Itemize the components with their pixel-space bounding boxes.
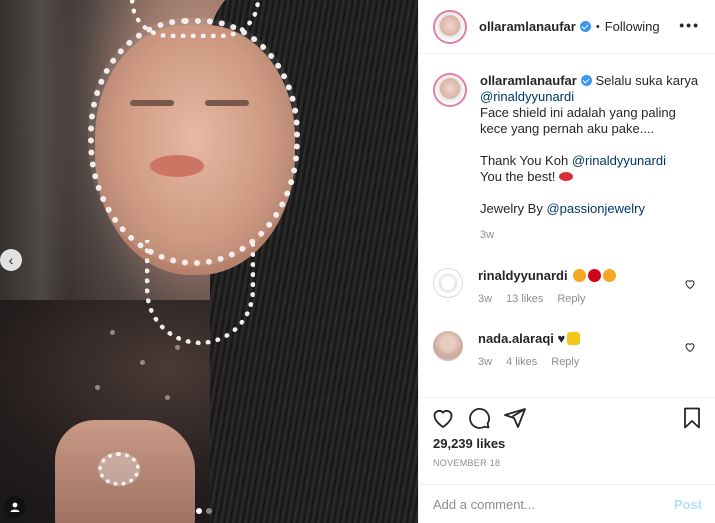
comment-body: rinaldyyunardi 3w 13 likes Reply [478, 268, 678, 305]
caption-line-1: Selalu suka karya [595, 73, 699, 88]
more-options-icon[interactable]: ••• [679, 18, 700, 32]
caption-mention[interactable]: @rinaldyyunardi [480, 89, 574, 104]
heart-eyes-emoji-icon [603, 269, 617, 282]
comment-body: nada.alaraqi ♥ 3w 4 likes Reply [478, 331, 678, 368]
photo-sparkle [175, 345, 180, 350]
comment-input[interactable] [433, 496, 674, 512]
likes-count[interactable]: 29,239 likes [433, 436, 505, 451]
comment-timestamp[interactable]: 3w [478, 293, 492, 305]
caption-line-2: Face shield ini adalah yang paling kece … [480, 105, 676, 136]
user-icon [10, 502, 20, 512]
chevron-left-icon: ‹ [8, 252, 14, 268]
carousel-indicator [196, 508, 212, 514]
avatar[interactable] [433, 9, 467, 44]
comment-item: nada.alaraqi ♥ 3w 4 likes Reply [433, 331, 708, 368]
caption-mention[interactable]: @passionjewelry [546, 201, 644, 216]
caption-body: ollaramlanaufar Selalu suka karya @rinal… [480, 73, 706, 243]
heart-icon[interactable] [684, 341, 696, 353]
verified-badge-icon [580, 75, 592, 86]
comment-likes[interactable]: 4 likes [506, 356, 537, 368]
tagged-users-button[interactable] [4, 496, 26, 518]
avatar[interactable] [433, 268, 463, 298]
post-header: ollaramlanaufar • Following ••• [419, 0, 715, 54]
avatar[interactable] [433, 73, 467, 107]
photo-sparkle [95, 385, 100, 390]
reply-button[interactable]: Reply [551, 356, 579, 368]
heart-eyes-emoji-icon [573, 269, 587, 282]
post-caption: ollaramlanaufar Selalu suka karya @rinal… [433, 73, 708, 243]
post-actions [419, 397, 715, 437]
photo-sparkle [110, 330, 115, 335]
following-button[interactable]: Following [605, 19, 660, 34]
post-photo[interactable]: ‹ [0, 0, 418, 523]
carousel-dot [206, 508, 212, 514]
caption-line-5: Jewelry By [480, 201, 543, 216]
caption-username[interactable]: ollaramlanaufar [480, 73, 577, 88]
carousel-dot [196, 508, 202, 514]
comment-icon[interactable] [467, 406, 491, 430]
post-username[interactable]: ollaramlanaufar [479, 19, 576, 34]
photo-necklace [145, 240, 255, 345]
post-comment-button[interactable]: Post [674, 497, 702, 512]
comment-timestamp[interactable]: 3w [478, 356, 492, 368]
photo-crown [130, 0, 260, 38]
verified-badge-icon [579, 21, 591, 32]
comment-username[interactable]: rinaldyyunardi [478, 268, 568, 283]
like-heart-icon[interactable] [431, 406, 455, 430]
lips-emoji-icon [559, 172, 574, 181]
bookmark-icon[interactable] [680, 406, 704, 430]
photo-face-shield [88, 18, 300, 266]
photo-ring [98, 452, 140, 486]
instagram-post-modal: ‹ ollaramlanaufar • Following ••• ollara… [0, 0, 715, 523]
caption-line-3: Thank You Koh [480, 153, 569, 168]
avatar[interactable] [433, 331, 463, 361]
post-sidebar: ollaramlanaufar • Following ••• ollaraml… [418, 0, 715, 523]
previous-photo-button[interactable]: ‹ [0, 249, 22, 271]
add-comment-bar: Post [419, 484, 715, 523]
photo-sparkle [140, 360, 145, 365]
photo-sparkle [165, 395, 170, 400]
comment-item: rinaldyyunardi 3w 13 likes Reply [433, 268, 708, 305]
comment-username[interactable]: nada.alaraqi [478, 331, 554, 346]
thumbs-up-emoji-icon [567, 332, 581, 345]
share-icon[interactable] [503, 406, 527, 430]
comment-likes[interactable]: 13 likes [506, 293, 543, 305]
caption-timestamp[interactable]: 3w [480, 227, 706, 243]
heart-icon[interactable] [684, 278, 696, 290]
rose-emoji-icon [588, 269, 602, 282]
caption-line-4: You the best! [480, 169, 556, 184]
reply-button[interactable]: Reply [557, 293, 585, 305]
comment-text: ♥ [557, 331, 566, 346]
header-separator: • [595, 20, 600, 33]
caption-mention[interactable]: @rinaldyyunardi [572, 153, 666, 168]
post-date[interactable]: NOVEMBER 18 [433, 458, 500, 468]
